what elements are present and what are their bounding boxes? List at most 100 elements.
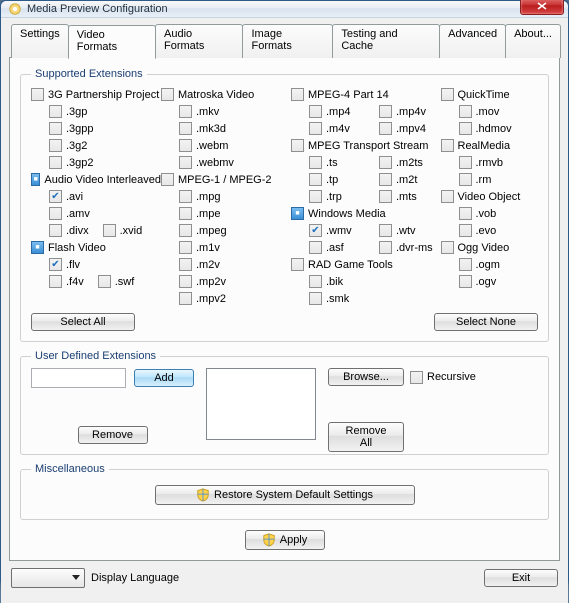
checkbox-dvrms[interactable] [379,241,392,254]
checkbox-rm[interactable] [459,173,472,186]
checkbox-bik[interactable] [309,275,322,288]
select-all-button[interactable]: Select All [31,313,135,331]
checkbox-vob-group[interactable] [441,190,454,203]
supported-extensions-group: Supported Extensions 3G Partnership Proj… [20,68,549,342]
tab-advanced[interactable]: Advanced [439,24,506,58]
checkbox-amv[interactable] [49,207,62,220]
label-wtv: .wtv [396,225,416,237]
checkbox-rmvb[interactable] [459,156,472,169]
browse-button[interactable]: Browse... [328,368,404,386]
checkbox-3gpp-group[interactable] [31,88,44,101]
remove-button[interactable]: Remove [78,426,148,444]
checkbox-mpv2[interactable] [179,292,192,305]
label-dvrms: .dvr-ms [396,242,433,254]
tab-testing-cache[interactable]: Testing and Cache [332,24,440,58]
checkbox-mpeg12-group[interactable] [161,173,174,186]
label-mpe: .mpe [196,208,220,220]
checkbox-webm[interactable] [179,139,192,152]
checkbox-ogm[interactable] [459,258,472,271]
label-amv: .amv [66,208,90,220]
select-none-button[interactable]: Select None [434,313,538,331]
checkbox-avi[interactable] [49,190,62,203]
tab-about[interactable]: About... [505,24,561,58]
checkbox-real-group[interactable] [441,139,454,152]
checkbox-hdmov[interactable] [459,122,472,135]
label-3g2: .3g2 [66,140,87,152]
ude-input[interactable] [31,368,126,388]
checkbox-mpg[interactable] [179,190,192,203]
exit-button[interactable]: Exit [484,569,558,587]
label-ogv: .ogv [476,276,497,288]
checkbox-3g2[interactable] [49,139,62,152]
restore-defaults-button[interactable]: Restore System Default Settings [155,485,415,505]
checkbox-m2v[interactable] [179,258,192,271]
checkbox-mpegts-group[interactable] [291,139,304,152]
checkbox-m4v[interactable] [309,122,322,135]
label-evo: .evo [476,225,497,237]
checkbox-smk[interactable] [309,292,322,305]
label-m1v: .m1v [196,242,220,254]
checkbox-mp4-group[interactable] [291,88,304,101]
checkbox-trp[interactable] [309,190,322,203]
checkbox-mpe[interactable] [179,207,192,220]
checkbox-mpv4[interactable] [379,122,392,135]
checkbox-mov[interactable] [459,105,472,118]
checkbox-matroska-group[interactable] [161,88,174,101]
label-vob: .vob [476,208,497,220]
checkbox-qt-group[interactable] [441,88,454,101]
tab-image-formats[interactable]: Image Formats [242,24,333,58]
ext-col-4: QuickTime .mov .hdmov RealMedia .rmvb .r… [441,86,539,307]
checkbox-wmv[interactable] [309,224,322,237]
checkbox-rad-group[interactable] [291,258,304,271]
tab-video-formats[interactable]: Video Formats [68,25,156,59]
checkbox-mp4[interactable] [309,105,322,118]
close-button[interactable] [520,0,564,15]
checkbox-3gp2[interactable] [49,156,62,169]
checkbox-webmv[interactable] [179,156,192,169]
checkbox-vob[interactable] [459,207,472,220]
add-button[interactable]: Add [134,369,194,387]
checkbox-wtv[interactable] [379,224,392,237]
checkbox-f4v[interactable] [49,275,62,288]
label-flash-group: Flash Video [48,242,106,254]
checkbox-flv[interactable] [49,258,62,271]
label-rm: .rm [476,174,492,186]
label-mp2v: .mp2v [196,276,226,288]
checkbox-divx[interactable] [49,224,62,237]
remove-all-button[interactable]: Remove All [328,422,404,452]
checkbox-m2t[interactable] [379,173,392,186]
tab-settings[interactable]: Settings [11,24,69,58]
checkbox-ogg-group[interactable] [441,241,454,254]
checkbox-xvid[interactable] [103,224,116,237]
titlebar: Media Preview Configuration [1,1,568,18]
checkbox-m2ts[interactable] [379,156,392,169]
checkbox-ts[interactable] [309,156,322,169]
checkbox-mpeg[interactable] [179,224,192,237]
label-avi: .avi [66,191,83,203]
checkbox-asf[interactable] [309,241,322,254]
checkbox-avi-group[interactable] [31,173,40,186]
checkbox-3gp[interactable] [49,105,62,118]
checkbox-evo[interactable] [459,224,472,237]
checkbox-swf[interactable] [98,275,111,288]
checkbox-m1v[interactable] [179,241,192,254]
checkbox-mp2v[interactable] [179,275,192,288]
checkbox-ogv[interactable] [459,275,472,288]
label-mpv2: .mpv2 [196,293,226,305]
checkbox-3gpp[interactable] [49,122,62,135]
tab-audio-formats[interactable]: Audio Formats [155,24,243,58]
ude-listbox[interactable] [206,368,316,440]
checkbox-mts[interactable] [379,190,392,203]
user-defined-group: User Defined Extensions Add Remove Brows [20,350,549,455]
label-tp: .tp [326,174,338,186]
checkbox-recursive[interactable] [410,371,423,384]
apply-button[interactable]: Apply [245,530,325,550]
checkbox-tp[interactable] [309,173,322,186]
checkbox-flash-group[interactable] [31,241,44,254]
label-swf: .swf [115,276,135,288]
checkbox-mp4v[interactable] [379,105,392,118]
checkbox-mkv[interactable] [179,105,192,118]
checkbox-winmedia-group[interactable] [291,207,304,220]
checkbox-mk3d[interactable] [179,122,192,135]
language-combo[interactable] [11,568,85,588]
